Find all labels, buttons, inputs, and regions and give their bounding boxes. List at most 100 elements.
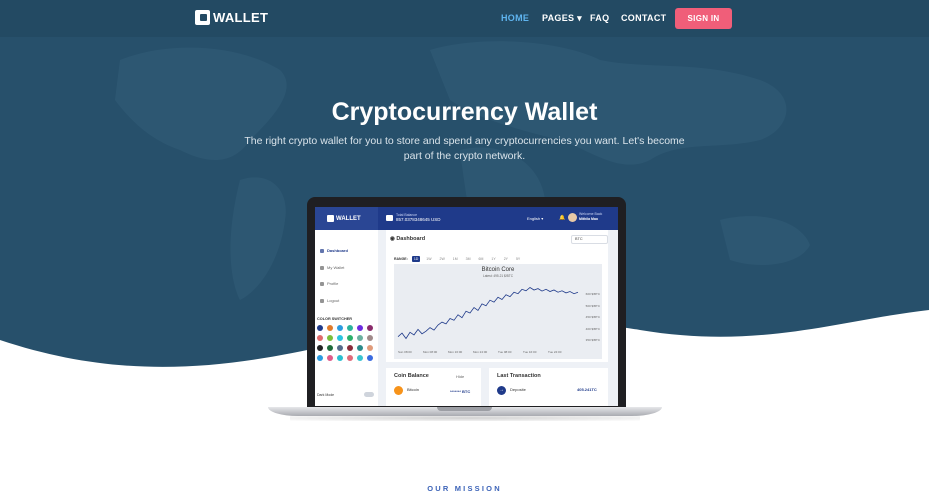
chart-plot — [397, 287, 579, 340]
x-tick-label: Sun 08:00 — [398, 350, 412, 354]
color-swatch — [347, 325, 353, 331]
x-tick-label: Mon 16:00 — [448, 350, 463, 354]
app-logo: WALLET — [315, 207, 378, 230]
wallet-logo-icon — [195, 10, 210, 25]
last-transaction-card: Last Transaction → Deposite 405.241TC — [489, 368, 608, 406]
sidebar-item-label: Profile — [327, 281, 339, 286]
wallet-logo-icon — [327, 215, 334, 222]
range-selector: RANGE: 1D 1W 2W 1M 3M 6M 1Y 2Y 5Y — [394, 256, 522, 262]
range-option-1d: 1D — [411, 256, 421, 262]
arrow-right-icon: → — [497, 386, 506, 395]
nav-pages-label: PAGES — [542, 13, 575, 23]
color-swatch — [347, 355, 353, 361]
x-tick-label: Mon 08:00 — [423, 350, 438, 354]
laptop-screen: WALLET Total Balance 857.0378348645 USD … — [315, 207, 618, 406]
wallet-icon — [386, 215, 393, 221]
y-tick-label: 400 $/BTC — [585, 326, 600, 331]
coin-balance-title: Coin Balance — [394, 373, 429, 379]
hero-title: Cryptocurrency Wallet — [331, 98, 598, 126]
sidebar-item-label: Dashboard — [327, 248, 348, 253]
transaction-type: Deposite — [510, 387, 526, 392]
bitcoin-icon — [394, 386, 403, 395]
range-option-2y: 2Y — [503, 257, 508, 261]
logout-icon — [320, 298, 324, 303]
x-tick-label: Tue 08:00 — [498, 350, 512, 354]
color-swatch — [357, 345, 363, 351]
sidebar-item-label: Logout — [327, 298, 340, 303]
color-swatch — [357, 325, 363, 331]
color-swatch — [337, 325, 343, 331]
color-swatch — [367, 335, 373, 341]
color-swatch — [337, 345, 343, 351]
color-swatch — [317, 325, 323, 331]
brand-name: WALLET — [213, 10, 269, 25]
coin-masked-balance: ******* BTC — [450, 389, 471, 394]
range-label: RANGE: — [394, 257, 408, 261]
y-tick-label: 600 $/BTC — [585, 292, 600, 296]
series-line-btc — [397, 287, 579, 340]
range-option-6m: 6M — [478, 257, 484, 261]
color-swatches — [317, 325, 375, 361]
range-option-1y: 1Y — [491, 257, 496, 261]
currency-select: BTC — [571, 235, 608, 244]
transaction-amount: 405.241TC — [577, 387, 597, 392]
bitcoin-chart: Bitcoin Core Latest: 495.21 $/BTC 600 $/… — [394, 264, 602, 359]
dashboard-icon — [320, 248, 324, 253]
app-brand-name: WALLET — [336, 215, 361, 222]
color-swatch — [337, 355, 343, 361]
color-swatch — [327, 355, 333, 361]
coin-name: Bitcoin — [407, 387, 420, 392]
coin-balance-card: Coin Balance Hide Bitcoin ******* BTC — [386, 368, 481, 406]
y-tick-label: 350 $/BTC — [585, 338, 600, 342]
color-swatch — [367, 355, 373, 361]
hide-toggle-label: Hide — [456, 374, 465, 379]
range-option-2w: 2W — [439, 257, 445, 261]
wallet-icon — [320, 265, 324, 270]
brand-logo[interactable]: WALLET — [195, 10, 268, 25]
y-tick-label: 450 $/BTC — [585, 315, 600, 319]
app-sidebar: Dashboard My Wallet Profile Logout COLOR… — [315, 230, 378, 406]
range-option-3m: 3M — [465, 257, 471, 261]
bell-icon: 🔔 — [559, 215, 566, 221]
dashboard-title: ◉ Dashboard — [390, 236, 426, 242]
color-swatch — [317, 335, 323, 341]
color-swatch — [357, 335, 363, 341]
dashboard-panel: ◉ Dashboard BTC RANGE: 1D 1W 2W 1M 3M 6M 1Y 2Y 5… — [386, 230, 608, 362]
sidebar-item-logout: Logout — [320, 298, 339, 303]
user-icon — [320, 281, 324, 286]
color-switcher-label: COLOR SWITCHER — [317, 317, 353, 321]
nav-contact[interactable]: CONTACT — [621, 13, 666, 23]
color-swatch — [367, 345, 373, 351]
range-option-5y: 5Y — [515, 257, 521, 261]
color-swatch — [317, 345, 323, 351]
dark-mode-label: Dark Mode — [317, 393, 335, 397]
x-tick-label: Mon 24:00 — [473, 350, 488, 354]
nav-pages[interactable]: PAGES ▾ — [542, 13, 582, 24]
color-swatch — [357, 355, 363, 361]
nav-faq[interactable]: FAQ — [590, 13, 609, 23]
top-navbar: WALLET HOME PAGES ▾ FAQ CONTACT SIGN IN — [0, 0, 929, 37]
sidebar-item-wallet: My Wallet — [320, 265, 344, 270]
hero-subtitle: The right crypto wallet for you to store… — [244, 135, 685, 162]
color-swatch — [327, 335, 333, 341]
color-swatch — [367, 325, 373, 331]
user-name: Mithila Mao — [579, 217, 599, 221]
range-option-1m: 1M — [452, 257, 458, 261]
user-greeting: Welcome Back Mithila Mao — [579, 212, 602, 222]
sign-in-button[interactable]: SIGN IN — [675, 8, 732, 29]
laptop-notch — [437, 407, 492, 411]
color-swatch — [347, 335, 353, 341]
sidebar-item-label: My Wallet — [327, 265, 345, 270]
color-swatch — [337, 335, 343, 341]
x-tick-label: Tue 24:00 — [548, 350, 562, 354]
color-swatch — [327, 345, 333, 351]
last-transaction-title: Last Transaction — [497, 373, 541, 379]
nav-home[interactable]: HOME — [501, 13, 529, 23]
mission-section-label: OUR MISSION — [427, 484, 502, 493]
sidebar-item-dashboard: Dashboard — [320, 248, 348, 253]
y-tick-label: 500 $/BTC — [585, 303, 600, 308]
color-swatch — [317, 355, 323, 361]
color-swatch — [327, 325, 333, 331]
dark-mode-toggle — [364, 392, 374, 397]
chevron-down-icon: ▾ — [577, 13, 582, 23]
